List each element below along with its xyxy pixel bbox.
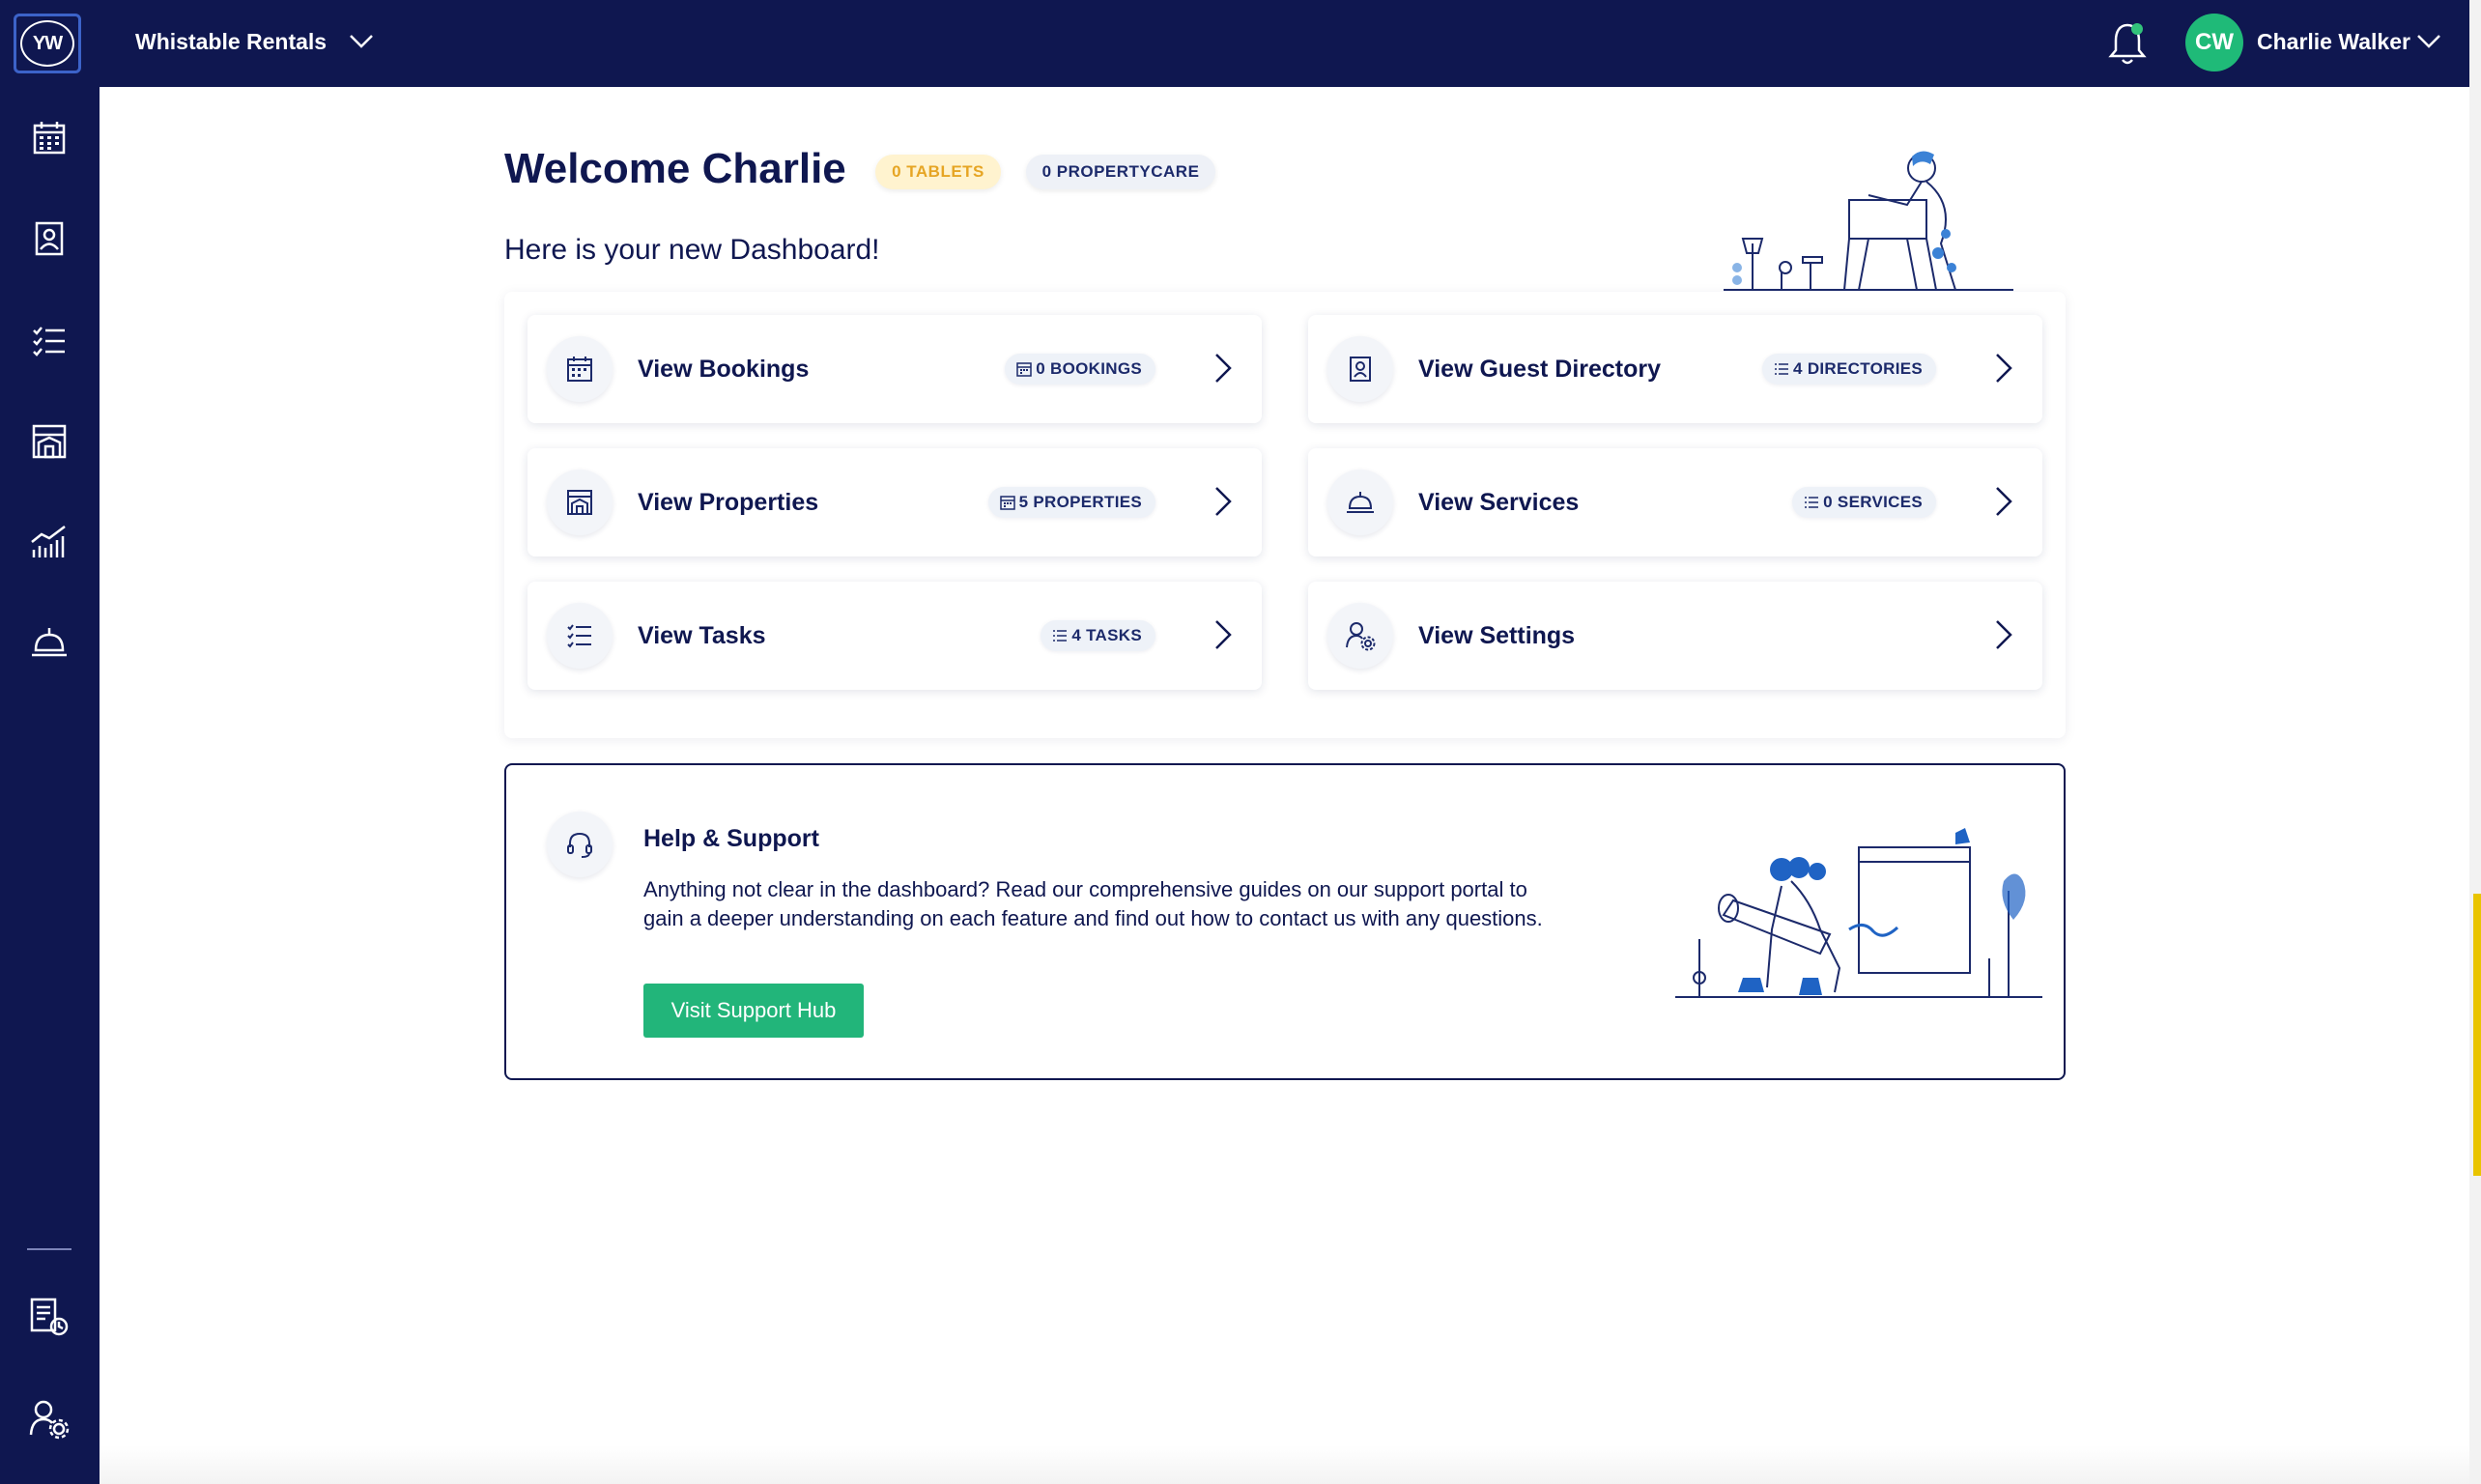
badge-label: 4 DIRECTORIES	[1793, 359, 1923, 378]
logo-mark: YW	[20, 20, 74, 67]
service-bell-icon	[1347, 492, 1374, 513]
card-view-properties[interactable]: View Properties 5 PROPERTIES	[528, 448, 1262, 556]
property-icon	[567, 490, 592, 515]
sidebar-item-reports[interactable]	[27, 1295, 71, 1339]
avatar[interactable]: CW	[2185, 14, 2243, 71]
card-view-tasks[interactable]: View Tasks 4 TASKS	[528, 582, 1262, 690]
card-title: View Guest Directory	[1418, 356, 1662, 383]
help-title: Help & Support	[643, 825, 819, 852]
app-logo[interactable]: YW	[14, 14, 81, 73]
page-subtitle: Here is your new Dashboard!	[504, 234, 880, 266]
card-title: View Settings	[1418, 622, 1576, 649]
card-view-bookings[interactable]: View Bookings 0 BOOKINGS	[528, 315, 1262, 423]
list-icon	[1053, 630, 1068, 642]
tasks-count-badge: 4 TASKS	[1041, 620, 1155, 651]
help-icon-wrap	[547, 812, 613, 877]
dashboard-illustration	[1724, 151, 2013, 291]
list-icon	[1805, 497, 1819, 508]
help-support-panel: Help & Support Anything not clear in the…	[504, 763, 2066, 1080]
user-name[interactable]: Charlie Walker	[2257, 29, 2410, 55]
calendar-icon	[567, 357, 592, 382]
badge-label: 4 TASKS	[1071, 626, 1142, 644]
headset-icon	[567, 832, 592, 858]
top-bar: YW Whistable Rentals CW Charlie Walker	[0, 0, 2469, 87]
user-settings-icon	[1346, 622, 1376, 651]
task-list-icon	[567, 624, 591, 648]
sidebar-item-bookings[interactable]	[27, 116, 71, 160]
sidebar-item-analytics[interactable]	[27, 520, 71, 564]
chevron-right-icon	[1215, 487, 1232, 516]
card-icon-wrap	[1327, 470, 1393, 535]
sidebar-item-tasks[interactable]	[27, 319, 71, 363]
contact-book-icon	[35, 221, 64, 256]
page-bottom-shade	[100, 1445, 2469, 1484]
account-switcher-label[interactable]: Whistable Rentals	[135, 29, 327, 55]
card-view-settings[interactable]: View Settings	[1308, 582, 2042, 690]
support-illustration	[1675, 828, 2042, 998]
tablets-badge: 0 TABLETS	[875, 155, 1001, 189]
calendar-icon	[999, 496, 1015, 510]
reports-icon	[30, 1298, 69, 1336]
card-title: View Properties	[638, 489, 819, 516]
card-title: View Tasks	[638, 622, 766, 649]
sidebar-divider	[27, 1248, 71, 1250]
service-bell-icon	[32, 628, 67, 657]
card-icon-wrap	[1327, 603, 1393, 669]
badge-label: 0 BOOKINGS	[1036, 359, 1142, 378]
properties-count-badge: 5 PROPERTIES	[987, 487, 1155, 518]
visit-support-hub-button[interactable]: Visit Support Hub	[643, 984, 864, 1038]
card-title: View Services	[1418, 489, 1580, 516]
window-edge	[2469, 0, 2481, 1484]
page-title: Welcome Charlie	[504, 145, 846, 192]
sidebar-item-services[interactable]	[27, 620, 71, 665]
task-list-icon	[33, 327, 65, 357]
chevron-down-icon[interactable]	[2415, 33, 2442, 50]
chevron-right-icon	[1996, 487, 2012, 516]
bookings-count-badge: 0 BOOKINGS	[1005, 354, 1155, 385]
chevron-right-icon	[1215, 354, 1232, 383]
list-icon	[1775, 363, 1789, 375]
sidebar-item-properties[interactable]	[27, 419, 71, 464]
notification-dot	[2131, 23, 2143, 35]
calendar-icon	[1016, 362, 1032, 377]
dashboard-cards-panel: View Bookings 0 BOOKINGS View Guest Dire…	[504, 292, 2066, 738]
badge-label: 5 PROPERTIES	[1018, 493, 1142, 511]
card-view-guest-directory[interactable]: View Guest Directory 4 DIRECTORIES	[1308, 315, 2042, 423]
directories-count-badge: 4 DIRECTORIES	[1762, 354, 1936, 385]
chevron-right-icon	[1215, 620, 1232, 649]
window-edge-accent	[2473, 894, 2481, 1176]
services-count-badge: 0 SERVICES	[1792, 487, 1936, 518]
sidebar	[0, 87, 100, 1484]
card-icon-wrap	[547, 336, 613, 402]
card-title: View Bookings	[638, 356, 810, 383]
card-view-services[interactable]: View Services 0 SERVICES	[1308, 448, 2042, 556]
contact-book-icon	[1350, 357, 1371, 382]
card-icon-wrap	[547, 470, 613, 535]
card-icon-wrap	[547, 603, 613, 669]
user-settings-icon	[29, 1400, 70, 1440]
sidebar-item-settings[interactable]	[27, 1397, 71, 1441]
analytics-icon	[31, 526, 66, 557]
chevron-right-icon	[1996, 620, 2012, 649]
sidebar-item-guest-directory[interactable]	[27, 216, 71, 261]
property-icon	[32, 424, 67, 459]
badge-label: 0 SERVICES	[1823, 493, 1923, 511]
propertycare-badge: 0 PROPERTYCARE	[1026, 155, 1215, 189]
card-icon-wrap	[1327, 336, 1393, 402]
chevron-right-icon	[1996, 354, 2012, 383]
help-description: Anything not clear in the dashboard? Rea…	[643, 877, 1543, 930]
chevron-down-icon[interactable]	[348, 33, 375, 50]
calendar-icon	[33, 122, 66, 155]
